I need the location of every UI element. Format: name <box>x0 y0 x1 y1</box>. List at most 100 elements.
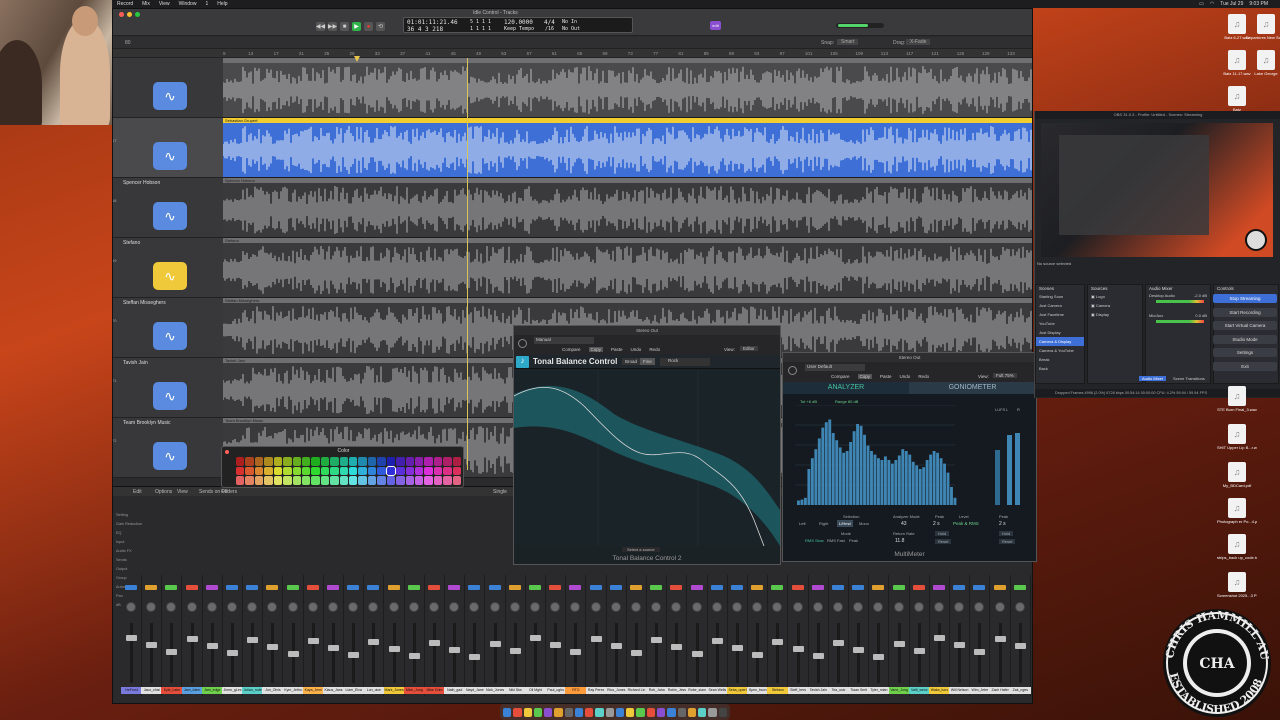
channel-strip[interactable]: Tyler_mian <box>868 575 890 696</box>
pan-knob[interactable] <box>550 602 561 612</box>
color-swatch[interactable] <box>245 476 254 485</box>
fader-cap[interactable] <box>651 637 663 643</box>
channel-name[interactable]: Sean Wells <box>706 687 728 694</box>
power-icon[interactable] <box>518 339 527 348</box>
pan-knob[interactable] <box>671 602 682 612</box>
level-value[interactable]: Peak & RMS <box>953 521 979 526</box>
dock-app-icon[interactable] <box>503 707 512 717</box>
play-button[interactable]: ▶ <box>352 22 361 31</box>
channel-color-button[interactable] <box>690 585 703 590</box>
mixer-menu-3[interactable]: Sends on Faders <box>199 489 237 495</box>
channel-strip[interactable]: Tea_usic <box>828 575 849 696</box>
dock-app-icon[interactable] <box>708 707 717 717</box>
color-swatch[interactable] <box>264 476 273 485</box>
track-name[interactable]: Tavish Jain <box>123 360 148 366</box>
target-select[interactable]: Rock <box>660 358 710 366</box>
channel-strip[interactable]: HeFrost <box>121 575 142 696</box>
pan-knob[interactable] <box>206 602 217 612</box>
color-swatch[interactable] <box>236 476 245 485</box>
menu-date[interactable]: Tue Jul 29 <box>1220 1 1243 7</box>
reset2-button[interactable]: Reset <box>999 539 1016 544</box>
channel-strip[interactable]: Jam_edge <box>201 575 223 696</box>
track-name[interactable]: Steffan Misseghers <box>123 300 166 306</box>
color-swatch[interactable] <box>405 476 414 485</box>
color-swatch[interactable] <box>367 476 377 485</box>
track-name[interactable]: Spencer Hobson <box>123 180 160 186</box>
dock-app-icon[interactable] <box>687 707 697 717</box>
channel-name[interactable]: Nayd_Jane <box>464 687 486 694</box>
channel-color-button[interactable] <box>145 585 158 590</box>
channel-color-button[interactable] <box>811 585 824 590</box>
peak2-value[interactable]: 2 s <box>999 521 1006 527</box>
master-volume-slider[interactable] <box>836 23 884 28</box>
chan-right[interactable]: Right <box>819 521 828 526</box>
channel-color-button[interactable] <box>1013 585 1026 590</box>
channel-name[interactable]: Kaya_Jemi <box>302 687 324 694</box>
plugin-menu-copy[interactable]: Copy <box>588 347 604 352</box>
pan-knob[interactable] <box>429 602 439 612</box>
minimize-window-button[interactable] <box>127 12 132 17</box>
mode-fine[interactable]: Fine <box>640 358 655 365</box>
color-swatch[interactable] <box>358 466 367 476</box>
scene-item[interactable]: Just Facetime <box>1036 310 1084 319</box>
mixer-menu-2[interactable]: View <box>177 489 188 495</box>
channel-strip[interactable]: Lon_oice <box>363 575 385 696</box>
color-swatch[interactable] <box>273 457 283 466</box>
channel-strip[interactable]: Jimm_gLex <box>222 575 243 696</box>
channel-strip[interactable]: Steff_hers <box>787 575 809 696</box>
color-swatch[interactable] <box>377 466 386 476</box>
lcd-display[interactable]: 01:01:11:21.46 36 4 3 218 5 1 1 1 1 1 1 … <box>403 17 633 33</box>
pan-knob[interactable] <box>489 602 500 612</box>
desktop-file-label[interactable]: My_BDCard.pdf <box>1217 483 1257 488</box>
scene-item[interactable]: Starting Soon <box>1036 292 1084 301</box>
volume-fader[interactable] <box>190 623 194 683</box>
color-swatch[interactable] <box>292 466 301 476</box>
menu-item-2[interactable]: View <box>159 1 170 7</box>
desktop-file-label[interactable]: Lake George <box>1246 71 1280 76</box>
channel-strip[interactable]: Liam_Elva <box>343 575 365 696</box>
channel-strip[interactable]: Jam_Idem <box>181 575 203 696</box>
color-swatch[interactable] <box>424 457 433 466</box>
pan-knob[interactable] <box>388 602 399 612</box>
channel-color-button[interactable] <box>569 585 582 590</box>
channel-color-button[interactable] <box>609 585 622 590</box>
mode-rms-fast[interactable]: RMS Fast <box>827 538 845 543</box>
return-rate-value[interactable]: 11.8 <box>895 538 904 544</box>
channel-strip[interactable]: Julian_rode <box>242 575 264 696</box>
color-swatch[interactable] <box>358 457 367 466</box>
color-swatch[interactable] <box>349 466 358 476</box>
color-swatch[interactable] <box>433 466 443 476</box>
channel-strip[interactable]: Nath_gad <box>444 575 466 696</box>
channel-color-button[interactable] <box>226 585 238 590</box>
desktop-file-icon[interactable]: ♫ <box>1257 50 1275 70</box>
color-swatch[interactable] <box>452 476 461 485</box>
fader-cap[interactable] <box>429 640 440 646</box>
channel-color-button[interactable] <box>125 585 137 590</box>
channel-strip[interactable]: Spen_bson <box>747 575 769 696</box>
close-picker-button[interactable] <box>225 450 229 454</box>
source-item[interactable]: ▣ Logo <box>1088 292 1142 301</box>
menu-item-5[interactable]: Help <box>217 1 227 7</box>
source-item[interactable]: ▣ Display <box>1088 310 1142 319</box>
scene-item[interactable]: Just Camera <box>1036 301 1084 310</box>
track-name[interactable]: Stefano <box>123 240 140 246</box>
close-window-button[interactable] <box>119 12 124 17</box>
pan-knob[interactable] <box>812 602 823 612</box>
pan-knob[interactable] <box>853 602 864 612</box>
fader-cap[interactable] <box>469 654 481 660</box>
channel-name[interactable]: Seba_upert <box>727 687 748 694</box>
desktop-file-label[interactable]: Photograph er Po...4.pdf <box>1217 519 1257 524</box>
fader-cap[interactable] <box>590 636 602 642</box>
volume-fader[interactable] <box>675 623 679 683</box>
view-select[interactable]: Fult 75% <box>993 373 1017 378</box>
dock-app-icon[interactable] <box>698 707 707 717</box>
color-swatch[interactable] <box>339 476 348 485</box>
fader-cap[interactable] <box>227 650 238 656</box>
channel-name[interactable]: Kym_Jetho <box>282 687 304 694</box>
volume-fader[interactable] <box>857 623 861 683</box>
plugin-menu-redo[interactable]: Redo <box>918 374 929 379</box>
color-swatch[interactable] <box>283 466 292 476</box>
color-swatch[interactable] <box>386 457 396 466</box>
dock-app-icon[interactable] <box>513 707 522 717</box>
dock-app-icon[interactable] <box>667 707 676 717</box>
